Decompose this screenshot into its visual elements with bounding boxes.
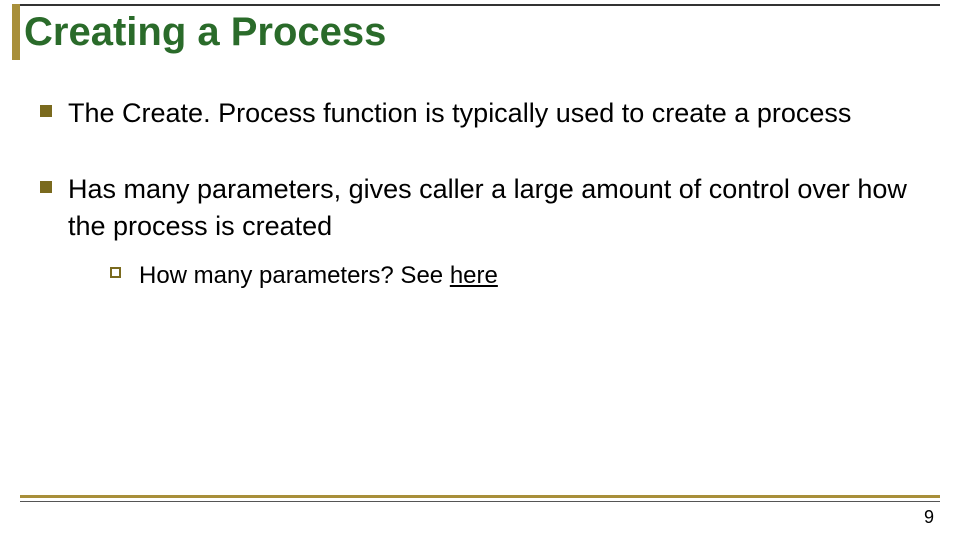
footer-rule-thin [20, 501, 940, 502]
title-block: Creating a Process [0, 4, 960, 61]
square-bullet-icon [40, 181, 52, 193]
bullet-item-2: Has many parameters, gives caller a larg… [40, 171, 920, 291]
title-rule [12, 4, 940, 6]
square-bullet-icon [40, 105, 52, 117]
sub-prefix: How many parameters? See [139, 262, 450, 289]
page-number: 9 [924, 507, 934, 528]
bullet-item-1: The Create. Process function is typicall… [40, 95, 920, 131]
sub-bullet-text: How many parameters? See here [139, 260, 498, 291]
footer-rule-thick [20, 495, 940, 498]
link-here[interactable]: here [450, 262, 498, 289]
hollow-square-bullet-icon [110, 267, 121, 278]
bullet-text: Has many parameters, gives caller a larg… [68, 171, 920, 244]
page-title: Creating a Process [0, 4, 960, 61]
body: The Create. Process function is typicall… [0, 61, 960, 292]
title-accent-bar [12, 4, 20, 60]
bullet-text: The Create. Process function is typicall… [68, 95, 851, 131]
slide: Creating a Process The Create. Process f… [0, 4, 960, 544]
sub-bullet-item: How many parameters? See here [110, 260, 920, 291]
